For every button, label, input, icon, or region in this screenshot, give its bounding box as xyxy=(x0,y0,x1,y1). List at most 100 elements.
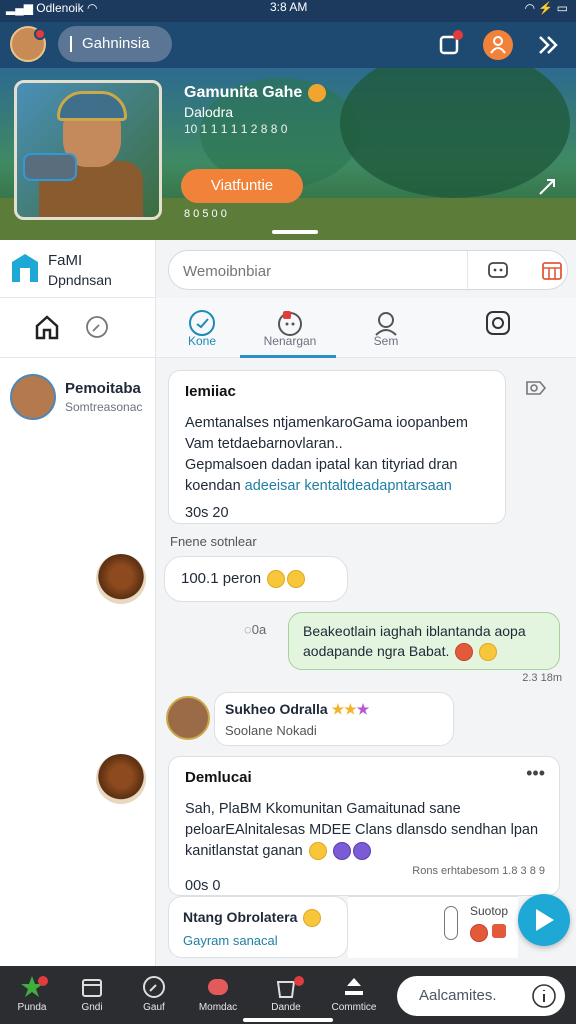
more-icon[interactable]: ••• xyxy=(526,763,545,784)
reply-label: Fnene sotnlear xyxy=(170,534,257,549)
smile-emoji-icon xyxy=(308,842,327,861)
tab-label: Kone xyxy=(187,334,217,348)
message-bubble[interactable]: 100.1 peron xyxy=(164,556,348,602)
nav-item-store[interactable]: Gndi xyxy=(64,970,120,1020)
compose-card[interactable]: Ntang Obrolatera Gayram sanacal xyxy=(168,896,348,958)
post-time: 30s 20 xyxy=(185,505,229,521)
friend-status: Somtreasonac xyxy=(65,400,143,414)
post-line: koendan adeeisar kentaltdeadapntarsaan xyxy=(185,478,452,494)
star-icon: ★ xyxy=(331,701,345,717)
hero-action-button[interactable]: Viatfuntie xyxy=(181,169,303,203)
upload-icon xyxy=(345,978,363,995)
carousel-indicator xyxy=(272,230,318,234)
info-icon[interactable] xyxy=(531,983,557,1009)
post-time: 00s 0 xyxy=(185,878,221,894)
own-message-bubble[interactable]: Beakeotlain iaghah iblantanda aopa aodap… xyxy=(288,612,560,670)
nav-item-notifications[interactable]: Dande xyxy=(258,970,314,1020)
camera-icon xyxy=(486,311,510,335)
nav-item-home[interactable]: Punda xyxy=(4,970,60,1020)
beetle-avatar[interactable] xyxy=(96,554,146,604)
user-info-card[interactable]: Sukheo Odralla ★★★ Soolane Nokadi xyxy=(214,692,454,746)
brand[interactable]: FaMI Dpndnsan xyxy=(0,240,156,298)
smile-emoji-icon xyxy=(303,909,322,928)
mic-icon[interactable] xyxy=(444,906,458,940)
heart-emoji-icon xyxy=(455,643,474,662)
expand-icon[interactable] xyxy=(536,176,558,198)
post-card[interactable]: Demlucai ••• Sah, PlaBM Kkomunitan Gamai… xyxy=(168,756,560,896)
calendar-icon[interactable] xyxy=(541,260,563,282)
nav-item-explore[interactable]: Gauf xyxy=(126,970,182,1020)
feed-tabs: Kone Nenargan Sem xyxy=(156,298,576,358)
home-indicator xyxy=(243,1018,333,1022)
gift-icon[interactable] xyxy=(492,924,506,938)
search-bar xyxy=(168,250,568,291)
left-sidebar: FaMI Dpndnsan Pemoitaba Somtreasonac xyxy=(0,240,156,966)
forward-icon[interactable] xyxy=(532,29,564,61)
carrier-label: ▂▄▆ Odlenoik ◠ xyxy=(6,1,98,15)
message-time: 2.3 18m xyxy=(522,672,562,684)
home-icon[interactable] xyxy=(34,314,60,340)
post-meta: Rons erhtabesom 1.8 3 8 9 xyxy=(412,865,545,877)
tab-label: Sem xyxy=(373,334,399,348)
community-label: Gahninsia xyxy=(82,35,150,52)
home-shield-icon xyxy=(12,254,38,282)
tab-home[interactable]: Kone xyxy=(156,302,248,358)
post-line: Aemtanalses ntjamenkaroGama ioopanbem xyxy=(185,415,468,431)
brand-sub: Dpndnsan xyxy=(48,272,112,288)
search-input[interactable] xyxy=(183,257,453,285)
hero-meta: 10 1 1 1 1 1 2 8 8 0 xyxy=(184,122,288,136)
active-tab-indicator xyxy=(240,355,336,358)
post-link[interactable]: adeeisar kentaltdeadapntarsaan xyxy=(245,478,452,494)
sparkle-emoji-icon xyxy=(332,842,351,861)
star-icon: ★ xyxy=(356,701,370,717)
compose-sub: Gayram sanacal xyxy=(183,933,278,948)
bottom-search-placeholder: Aalcamites. xyxy=(419,987,497,1004)
user-sub: Soolane Nokadi xyxy=(225,723,317,738)
user-name: Sukheo Odralla ★★★ xyxy=(225,701,370,717)
explore-icon[interactable] xyxy=(84,314,110,340)
main-feed: Kone Nenargan Sem Iemiiac Aemtanalses nt… xyxy=(156,240,576,966)
post-line: kanitlanstat ganan xyxy=(185,841,371,862)
tab-profile[interactable]: Sem xyxy=(340,302,432,358)
nav-item-community[interactable]: Commtice xyxy=(326,970,382,1020)
compass-icon xyxy=(143,976,165,998)
tab-label: Nenargan xyxy=(263,334,317,348)
beetle-avatar[interactable] xyxy=(96,754,146,804)
post-header: Demlucai xyxy=(185,769,252,786)
post-card[interactable]: Iemiiac Aemtanalses ntjamenkaroGama ioop… xyxy=(168,370,506,524)
tab-messages[interactable]: Nenargan xyxy=(244,302,336,358)
smile-emoji-icon xyxy=(267,570,286,589)
status-icons: ◠ ⚡ ▭ xyxy=(524,1,568,15)
tab-camera[interactable] xyxy=(452,302,544,358)
star-icon: ★ xyxy=(344,701,357,717)
status-bar: ▂▄▆ Odlenoik ◠ 3:8 AM ◠ ⚡ ▭ xyxy=(0,0,576,22)
post-line: peloarEAlnitalesas MDEE Clans dlansdo se… xyxy=(185,822,539,838)
message-line: Beakeotlain iaghah iblantanda aopa xyxy=(303,623,526,639)
nav-item-favorites[interactable]: Momdac xyxy=(190,970,246,1020)
post-header: Iemiiac xyxy=(185,383,236,400)
top-bar: Gahninsia xyxy=(0,22,576,68)
post-line: Vam tetdaebarnovlaran.. xyxy=(185,436,343,452)
user-badge-icon[interactable] xyxy=(482,29,514,61)
inbox-icon[interactable] xyxy=(434,29,466,61)
user-avatar[interactable] xyxy=(166,696,210,740)
friend-item[interactable]: Pemoitaba Somtreasonac xyxy=(10,374,150,424)
message-text: 100.1 peron xyxy=(181,570,262,587)
face-emoji-icon[interactable] xyxy=(470,924,488,942)
hero-character-image[interactable] xyxy=(14,80,162,220)
community-pill[interactable]: Gahninsia xyxy=(58,26,172,62)
profile-avatar[interactable] xyxy=(10,26,46,62)
clock: 3:8 AM xyxy=(270,0,308,14)
send-button[interactable] xyxy=(518,894,570,946)
sparkle-emoji-icon xyxy=(352,842,371,861)
post-line: Sah, PlaBM Kkomunitan Gamaitunad sane xyxy=(185,801,461,817)
react-icon[interactable] xyxy=(522,374,550,402)
message-meta: ◌0a xyxy=(244,622,267,637)
chat-icon[interactable] xyxy=(487,260,509,282)
bottom-search-field[interactable]: Aalcamites. xyxy=(397,976,565,1016)
post-line: Gepmalsoen dadan ipatal kan tityriad dra… xyxy=(185,457,458,473)
send-icon xyxy=(536,909,554,931)
smile-emoji-icon xyxy=(287,570,306,589)
compose-side-label: Suotop xyxy=(470,904,509,918)
brand-name: FaMI xyxy=(48,252,83,269)
